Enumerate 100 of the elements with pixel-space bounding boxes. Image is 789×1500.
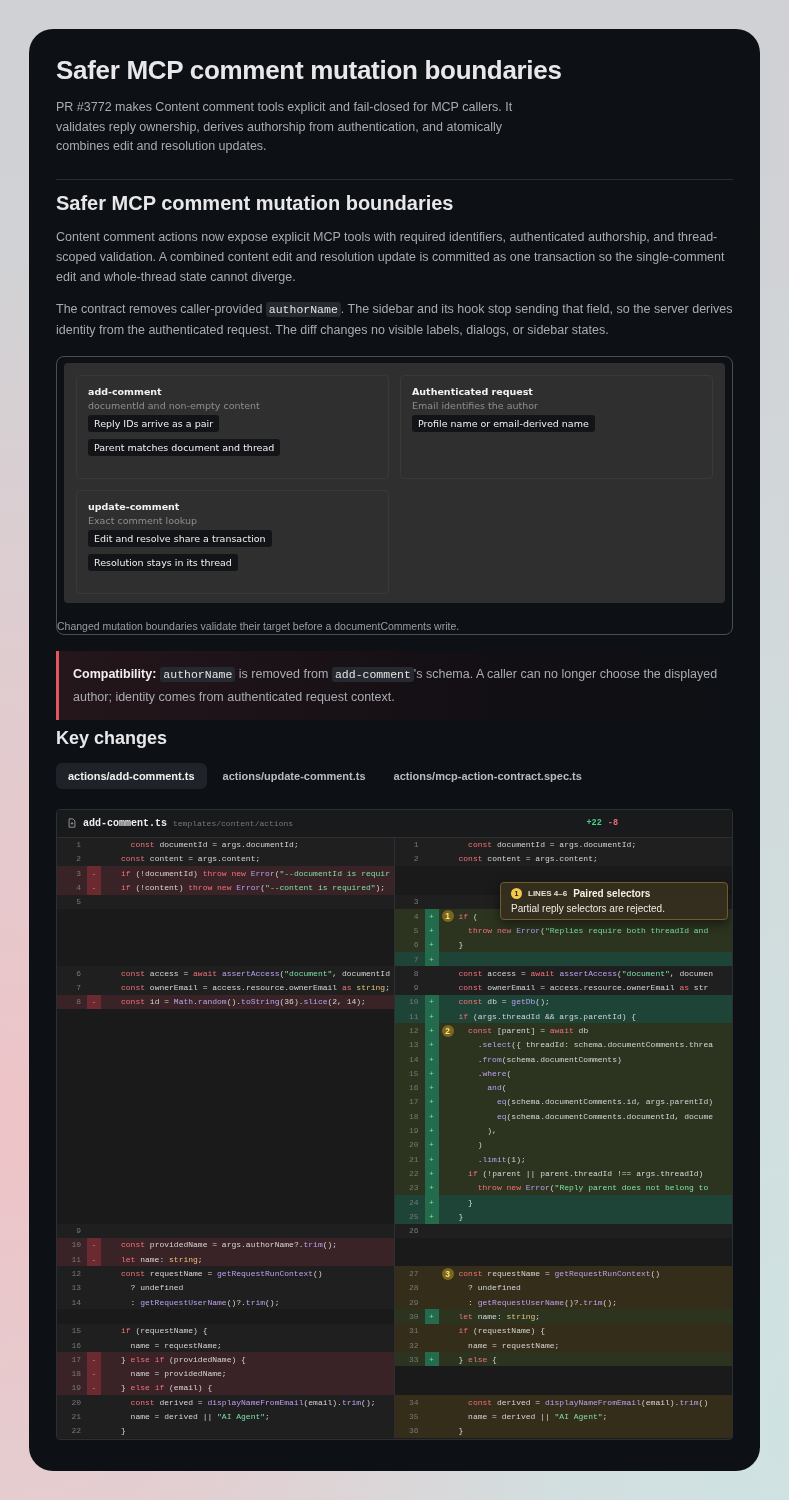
diff-sign: + [429,1097,434,1107]
body-paragraph: The contract removes caller-provided authorName . The sidebar and its hook stop sending that field, so the server derives identity from the authenticated request. The diff changes no visible labels, dialogs, or sidebar states. [56,300,733,339]
diff-sign: - [91,868,97,878]
marker-badge[interactable]: 3 [441,1267,454,1280]
code-line: .limit(1); [476,1154,526,1164]
code-line: } [457,940,464,950]
line-number: 6 [412,940,420,950]
line-number: 10 [70,1240,82,1250]
code-line: name = requestName; [467,1340,560,1350]
code-line: : getRequestUserName()?.trim(); [129,1297,280,1307]
diff-sign: + [429,1311,434,1321]
line-number: 17 [407,1097,420,1107]
diff-sign: + [429,1140,434,1150]
line-number: 20 [70,1397,82,1407]
line-number: 35 [407,1412,420,1421]
code-line: throw new Error("Replies require both threadId and [467,925,709,935]
rule-chip: Parent matches document and thread [88,438,281,456]
summary-text: PR #3772 makes Content comment tools explicit and fail-closed for MCP callers. It validates reply ownership, derives authorship from authentication, and atomically combines edit and resolution updates. [56,99,514,155]
line-number: 1 [75,840,82,850]
card-title: update-comment [88,500,180,512]
line-number: 23 [407,1183,420,1193]
diff-sign: + [429,1211,434,1221]
code-line: : getRequestUserName()?.trim(); [467,1297,617,1307]
line-number: 5 [75,897,82,907]
line-number: 26 [407,1226,420,1236]
page-title: Safer MCP comment mutation boundaries [56,55,563,86]
marker-badge[interactable]: 1 [441,910,454,923]
code-line: eq(schema.documentComments.documentId, docume [495,1111,713,1121]
code-line: ? undefined [467,1283,521,1293]
diff-sign: + [429,997,434,1007]
diff-sign: + [429,1197,434,1207]
section-heading: Key changes [56,727,169,749]
line-number: 20 [407,1140,420,1150]
code-line: const ownerEmail = access.resource.ownerEmail as str [457,983,709,993]
line-number: 31 [407,1326,420,1336]
line-number: 16 [407,1083,420,1093]
tooltip-title: Paired selectors [573,887,651,899]
code-line: ), [486,1126,497,1136]
line-number: 2 [75,854,82,864]
code-line: if (!documentId) throw new Error("--documentId is requir [120,868,390,878]
rule-chip: Profile name or email-derived name [412,414,595,432]
diff-sign: + [429,911,434,921]
diff-sign: + [429,1354,434,1364]
line-number: 12 [407,1026,420,1035]
line-number: 8 [75,997,82,1007]
code-line: } [467,1197,473,1207]
line-number: 18 [407,1111,420,1121]
tooltip-text: Partial reply selectors are rejected. [511,902,666,914]
diff-sign: - [91,1354,97,1364]
code-line: name = derived || "AI Agent"; [467,1412,608,1421]
diff-sign: + [429,1083,434,1093]
section-heading: Safer MCP comment mutation boundaries [56,191,455,215]
code-line: throw new Error("Reply parent does not belong to [476,1183,709,1193]
code-line: .select({ threadId: schema.documentComments.threa [476,1040,713,1050]
file-tab[interactable]: actions/update-comment.ts [210,762,378,789]
code-line: let name: string; [120,1254,203,1264]
line-number: 5 [412,925,420,935]
file-tab[interactable]: actions/mcp-action-contract.spec.ts [381,762,594,789]
marker-badge[interactable]: 2 [441,1024,454,1037]
code-line: const providedName = args.authorName?.trim(); [120,1240,338,1250]
diff-sign: - [91,997,97,1007]
line-number: 9 [412,983,420,993]
code-line: const access = await assertAccess("document", documen [457,968,714,978]
line-number: 4 [75,883,82,893]
line-number: 30 [407,1311,420,1321]
code-line: const documentId = args.documentId; [129,840,299,850]
code-line: if (!content) throw new Error("--content is required"); [120,883,386,893]
code-line: const requestName = getRequestRunContext() [120,1269,323,1279]
line-number: 25 [407,1211,420,1221]
diff-sign: + [429,1040,434,1050]
code-line: const requestName = getRequestRunContext() [457,1269,661,1279]
line-number: 15 [70,1326,82,1336]
file-tab[interactable]: actions/add-comment.ts [56,762,207,789]
line-number: 18 [70,1369,82,1379]
code-line: name = providedName; [129,1369,227,1379]
code-line: const documentId = args.documentId; [467,840,637,850]
line-number: 14 [407,1054,420,1064]
code-line: const content = args.content; [120,854,261,864]
code-line: } [120,1426,126,1436]
code-line: } [457,1426,464,1436]
line-number: 10 [407,997,420,1007]
diff-sign: + [429,1183,434,1193]
line-number: 13 [407,1040,420,1050]
code-line: const db = getDb(); [457,997,550,1007]
code-line: const [parent] = await db [467,1026,589,1035]
line-number: 11 [407,1011,420,1021]
card-subtitle: Exact comment lookup [88,514,198,526]
diff-sign: + [429,1026,434,1035]
code-line: name = requestName; [129,1340,222,1350]
rule-chip: Edit and resolve share a transaction [88,529,272,547]
line-number: 2 [412,854,420,864]
deletions-count: -8 [607,818,618,828]
line-number: 19 [407,1126,420,1136]
diff-sign: + [429,1168,434,1178]
line-number: 12 [70,1269,82,1279]
line-number: 8 [412,968,420,978]
code-line: const derived = displayNameFromEmail(email).trim() [467,1397,709,1407]
card-title: add-comment [88,385,162,397]
line-number: 21 [70,1412,82,1421]
code-line: } else if (providedName) { [120,1354,246,1364]
